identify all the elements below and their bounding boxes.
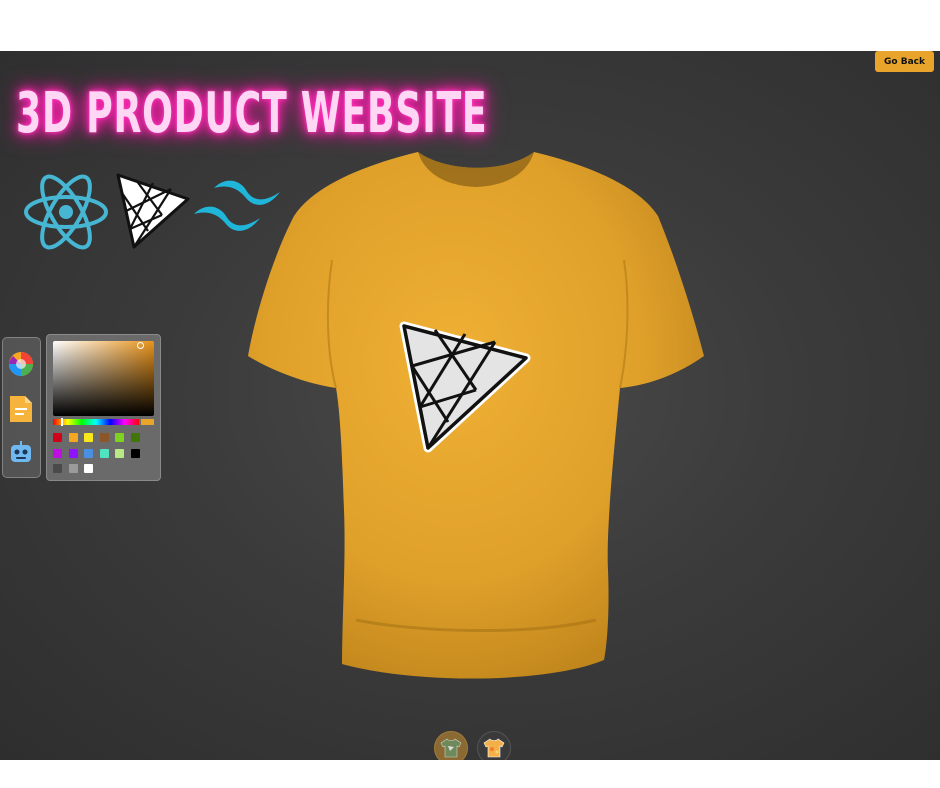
aipicker-icon <box>11 441 31 462</box>
tshirt-model[interactable] <box>246 150 706 680</box>
canvas-stage[interactable]: Go Back 3D PRODUCT WEBSITE <box>0 51 940 760</box>
tshirt-body <box>248 152 704 679</box>
color-swatch[interactable] <box>115 448 124 458</box>
hue-slider[interactable] <box>53 418 139 426</box>
filter-tab-logo[interactable] <box>434 731 468 760</box>
tab-ai-picker[interactable] <box>8 440 34 466</box>
hue-handle[interactable] <box>61 418 63 426</box>
color-swatch[interactable] <box>53 433 62 442</box>
color-swatch[interactable] <box>68 448 78 458</box>
color-swatch[interactable] <box>53 448 62 458</box>
saturation-area[interactable] <box>53 341 154 416</box>
filter-tab-full-texture[interactable] <box>477 731 511 760</box>
threejs-icon <box>116 173 190 249</box>
color-swatch[interactable] <box>84 448 93 458</box>
page-title: 3D PRODUCT WEBSITE <box>16 81 488 146</box>
color-swatch[interactable] <box>53 464 62 473</box>
color-swatch[interactable] <box>99 448 109 458</box>
tab-color-picker[interactable] <box>8 351 34 377</box>
saturation-handle[interactable] <box>137 342 144 349</box>
go-back-button[interactable]: Go Back <box>875 51 934 72</box>
editor-tabs-panel <box>2 337 41 478</box>
colorpicker-icon <box>9 352 33 376</box>
color-swatch[interactable] <box>84 464 93 473</box>
color-swatch[interactable] <box>84 433 93 442</box>
color-swatch[interactable] <box>130 448 140 458</box>
react-icon <box>24 174 108 250</box>
filepicker-icon <box>10 396 32 422</box>
color-swatch[interactable] <box>68 433 78 442</box>
color-preview <box>141 419 154 425</box>
color-swatch[interactable] <box>115 433 124 442</box>
color-swatch[interactable] <box>68 464 78 473</box>
color-swatch[interactable] <box>99 433 109 442</box>
color-swatch[interactable] <box>130 433 140 442</box>
tab-file-picker[interactable] <box>8 394 34 422</box>
logo-shirt-icon <box>440 738 462 758</box>
full-texture-icon <box>483 738 505 758</box>
color-picker <box>46 334 161 481</box>
